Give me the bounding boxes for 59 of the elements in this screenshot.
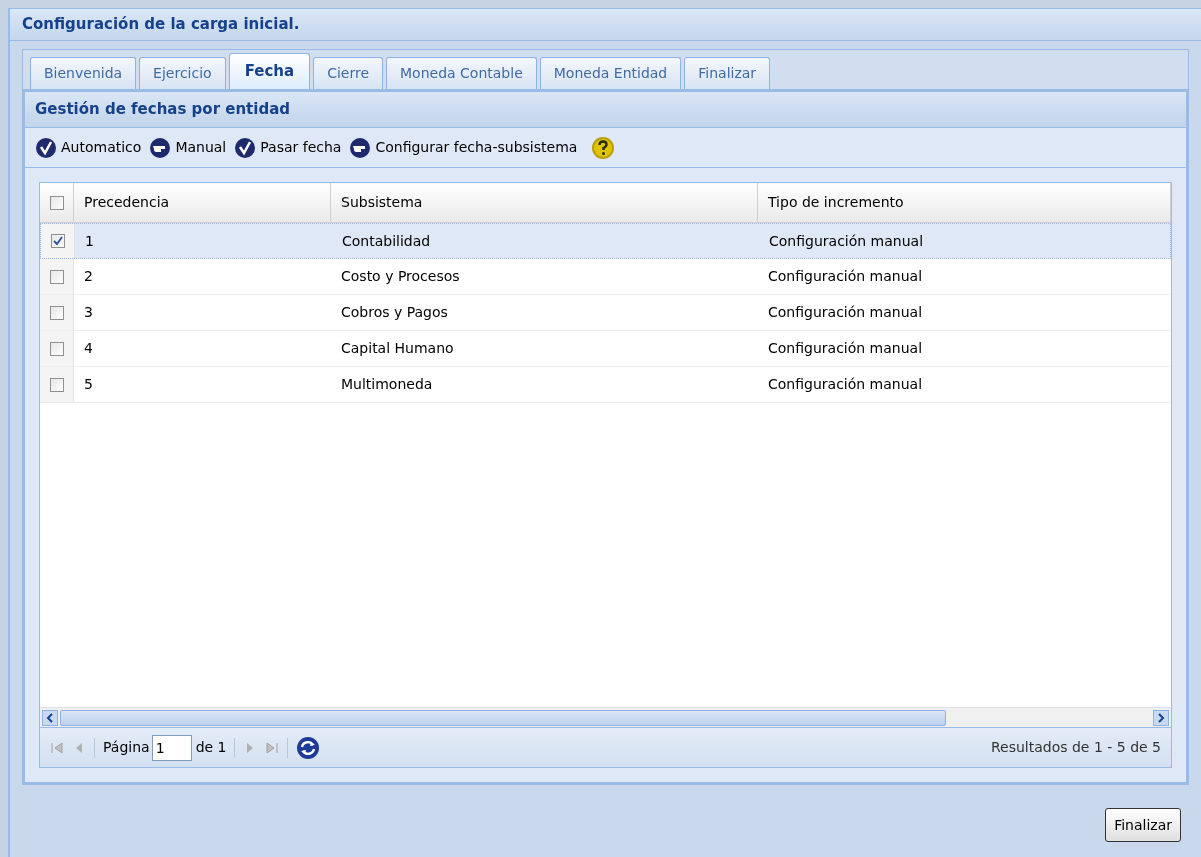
- column-header[interactable]: Tipo de incremento: [758, 183, 1171, 222]
- tab[interactable]: Ejercicio: [139, 57, 226, 89]
- panel-title: Gestión de fechas por entidad: [35, 99, 291, 121]
- finish-button[interactable]: Finalizar: [1105, 808, 1181, 842]
- table-row[interactable]: 1 Contabilidad Configuración manual: [40, 223, 1171, 259]
- check-icon: [234, 136, 257, 159]
- toolbar-button[interactable]: Automatico: [35, 136, 142, 159]
- table-cell-text: Configuración manual: [768, 303, 923, 322]
- table-cell-text: 5: [84, 375, 93, 394]
- table-cell-text: Multimoneda: [341, 375, 433, 394]
- table-cell-text: Configuración manual: [768, 339, 923, 358]
- checkbox[interactable]: [49, 341, 64, 356]
- table-cell-text: Capital Humano: [341, 339, 454, 358]
- toolbar-button[interactable]: Manual: [149, 136, 227, 159]
- pointing-hand-icon: [349, 136, 372, 159]
- horizontal-scrollbar[interactable]: [40, 707, 1171, 727]
- page-input[interactable]: 1: [151, 734, 192, 761]
- scroll-right-icon[interactable]: [1157, 712, 1165, 723]
- tab[interactable]: Finalizar: [684, 57, 771, 89]
- tab[interactable]: Bienvenida: [30, 57, 137, 89]
- table-cell-text: 3: [84, 303, 93, 322]
- refresh-icon[interactable]: [296, 735, 321, 760]
- table-cell-text: Cobros y Pagos: [341, 303, 448, 322]
- table-row[interactable]: 2 Costo y Procesos Configuración manual: [40, 259, 1171, 295]
- scrollbar-thumb[interactable]: [60, 709, 946, 726]
- first-page-icon[interactable]: [50, 740, 64, 755]
- checkbox[interactable]: [49, 269, 64, 284]
- page-label: Página: [103, 738, 150, 757]
- table-cell-text: 1: [85, 231, 94, 251]
- last-page-icon[interactable]: [265, 740, 280, 755]
- checkbox[interactable]: [49, 195, 64, 210]
- table-cell-text: Configuración manual: [768, 375, 923, 394]
- column-header[interactable]: Subsistema: [331, 183, 758, 222]
- page-count: de 1: [195, 738, 227, 757]
- tab[interactable]: Fecha: [228, 53, 311, 89]
- table-cell-text: 2: [84, 267, 93, 286]
- table-cell-text: 4: [84, 339, 93, 358]
- column-header[interactable]: Precedencia: [74, 183, 331, 222]
- table-cell-text: Contabilidad: [342, 231, 431, 251]
- tab[interactable]: Moneda Entidad: [539, 57, 682, 89]
- toolbar-button[interactable]: Pasar fecha: [234, 136, 342, 159]
- pointing-hand-icon: [149, 136, 172, 159]
- checkbox[interactable]: [49, 377, 64, 392]
- table-row[interactable]: 3 Cobros y Pagos Configuración manual: [40, 295, 1171, 331]
- table-cell-text: Configuración manual: [769, 231, 924, 251]
- tab[interactable]: Cierre: [313, 57, 384, 89]
- checkbox[interactable]: [49, 305, 64, 320]
- checkbox[interactable]: [50, 234, 65, 248]
- check-icon: [35, 136, 57, 159]
- toolbar-button[interactable]: Configurar fecha-subsistema: [349, 136, 578, 159]
- table-row[interactable]: 5 Multimoneda Configuración manual: [40, 367, 1171, 403]
- scroll-left-icon[interactable]: [46, 712, 54, 723]
- table-cell-text: Costo y Procesos: [341, 267, 460, 286]
- table-row[interactable]: 4 Capital Humano Configuración manual: [40, 331, 1171, 367]
- help-icon[interactable]: [591, 135, 616, 160]
- results-summary: Resultados de 1 - 5 de 5: [990, 738, 1161, 757]
- window-title: Configuración de la carga inicial.: [22, 14, 300, 36]
- table-cell-text: Configuración manual: [768, 267, 923, 286]
- tab[interactable]: Moneda Contable: [386, 57, 537, 89]
